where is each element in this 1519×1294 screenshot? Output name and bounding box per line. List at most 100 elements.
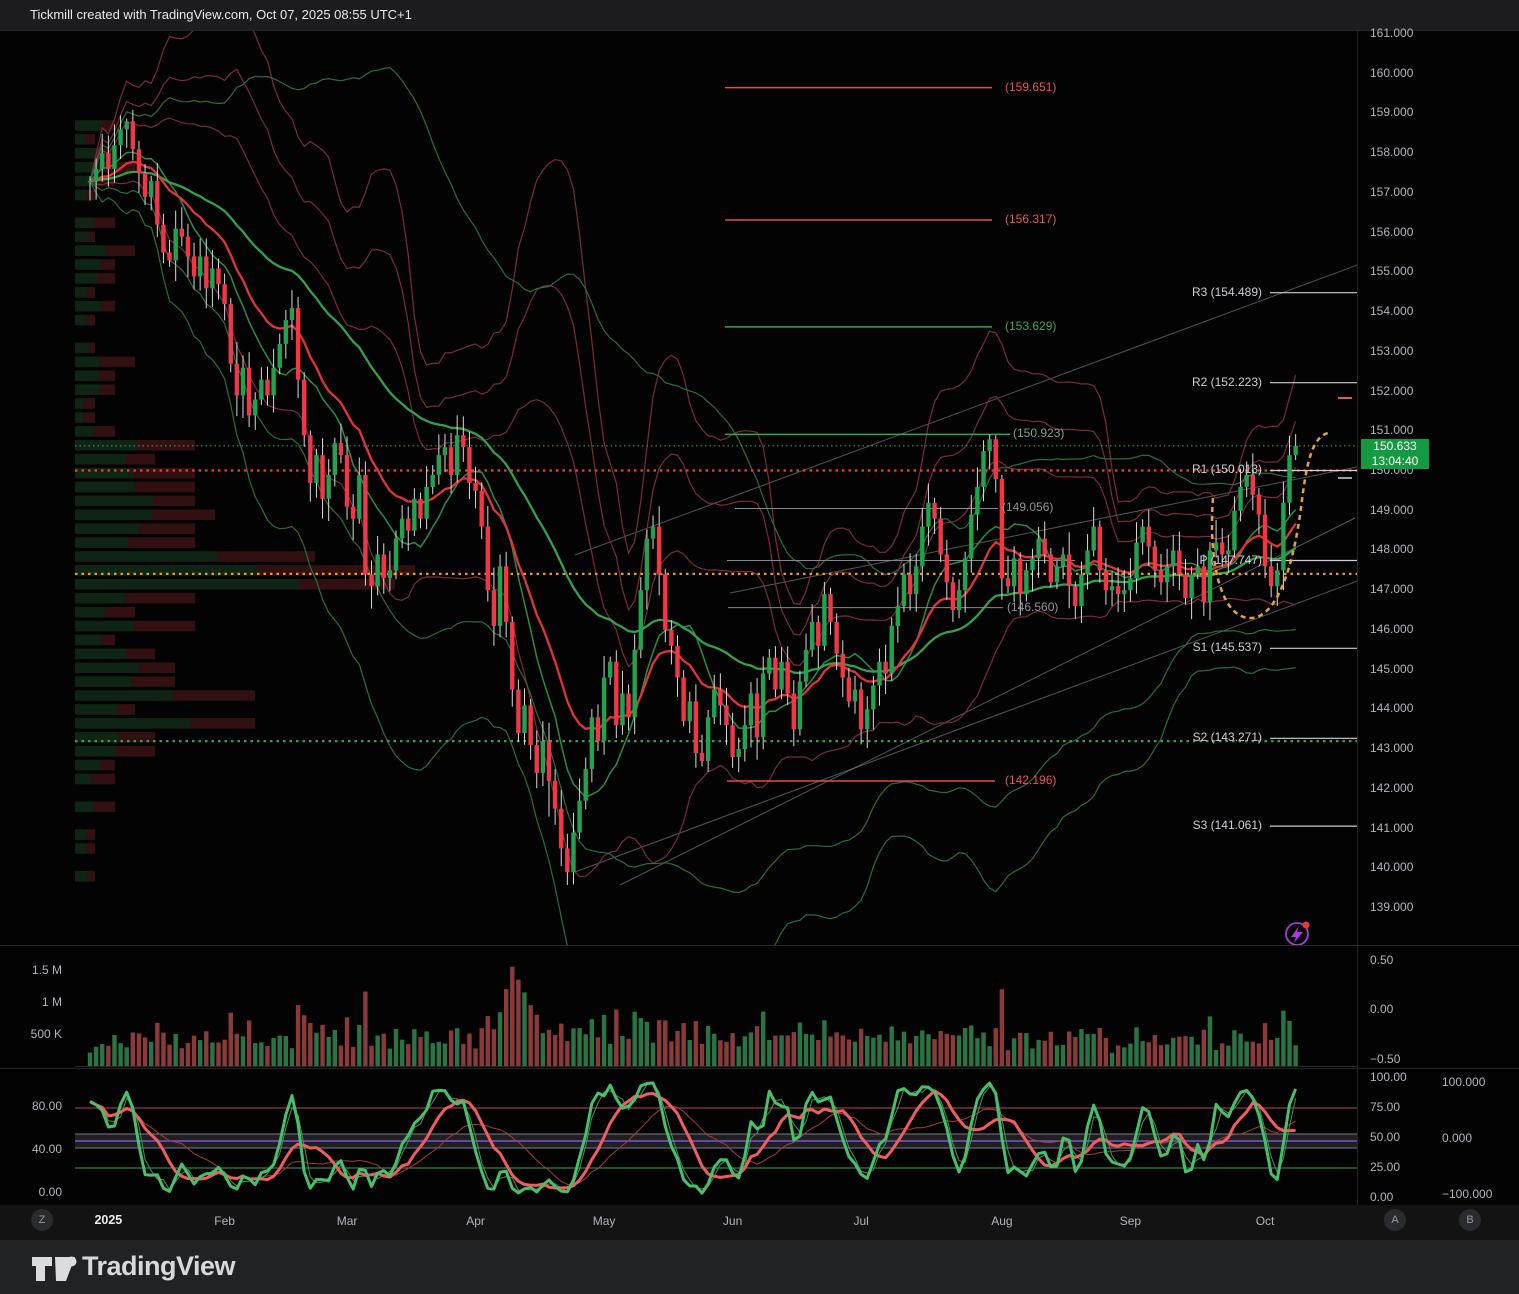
red-band-line	[90, 69, 1296, 635]
volume-bar	[541, 1033, 545, 1066]
tradingview-logo-text[interactable]: TradingView	[82, 1251, 235, 1282]
time-axis[interactable]: Z A B 2025FebMarAprMayJunJulAugSepOct	[0, 1205, 1519, 1240]
candle-body	[229, 304, 233, 364]
candle-body	[761, 674, 765, 738]
volume-bar	[143, 1037, 147, 1066]
candle-body	[1116, 586, 1120, 594]
volume-bar	[204, 1031, 208, 1066]
main-chart[interactable]	[0, 0, 1519, 1294]
red-level-label: (142.196)	[1005, 773, 1056, 787]
candle-body	[467, 447, 471, 483]
volume-profile-sell-row	[137, 440, 195, 451]
candle-body	[1085, 550, 1089, 574]
volume-bar	[1159, 1045, 1163, 1066]
candle-body	[1079, 574, 1083, 606]
volume-bar	[375, 1036, 379, 1066]
candle-body	[681, 678, 685, 722]
main-pane[interactable]	[75, 0, 1360, 1007]
timezone-button[interactable]: Z	[31, 1209, 53, 1231]
candle-body	[902, 574, 906, 606]
scale-b-button[interactable]: B	[1459, 1209, 1481, 1231]
volume-bar	[1226, 1046, 1230, 1066]
month-label-apr: Apr	[466, 1214, 485, 1228]
candle-body	[461, 435, 465, 447]
volume-pane[interactable]	[75, 967, 1357, 1067]
candle-body	[382, 554, 386, 578]
candle-body	[486, 527, 490, 591]
orange-dashed-cup-drawing[interactable]	[1212, 433, 1328, 618]
candle-body	[302, 380, 306, 436]
volume-bar	[938, 1031, 942, 1066]
volume-bar	[767, 1040, 771, 1066]
candle-body	[394, 539, 398, 571]
volume-bar	[498, 1012, 502, 1066]
oscillator-left-tick: 0.00	[2, 1185, 62, 1199]
candle-body	[1287, 455, 1291, 503]
volume-bar	[1116, 1045, 1120, 1066]
volume-bar	[437, 1042, 441, 1066]
candle-body	[241, 368, 245, 396]
candle-body	[1238, 487, 1242, 511]
volume-profile-buy-row	[75, 593, 126, 604]
candle-body	[1147, 527, 1151, 547]
volume-bar	[278, 1036, 282, 1066]
volume-bar	[871, 1038, 875, 1066]
volume-bar	[1018, 1033, 1022, 1066]
volume-profile-buy-row	[75, 315, 86, 326]
volume-left-tick: 1 M	[2, 995, 62, 1009]
trendline[interactable]	[575, 264, 1360, 555]
volume-profile-sell-row	[84, 398, 95, 409]
candle-body	[535, 745, 539, 773]
candle-body	[1183, 574, 1187, 598]
volume-bar	[308, 1023, 312, 1066]
volume-bar	[584, 1034, 588, 1066]
volume-bar	[639, 1018, 643, 1066]
candle-body	[632, 650, 636, 718]
tradingview-logo-icon[interactable]	[30, 1250, 80, 1286]
price-axis-border[interactable]	[1357, 30, 1358, 1205]
candle-body	[1067, 554, 1071, 586]
volume-bar	[431, 1043, 435, 1066]
volume-bar	[1183, 1036, 1187, 1066]
pane-separator[interactable]	[0, 1068, 1519, 1069]
volume-bar	[253, 1043, 257, 1066]
candle-body	[755, 693, 759, 737]
candle-body	[210, 268, 214, 288]
volume-bar	[192, 1036, 196, 1066]
volume-bar	[981, 1033, 985, 1066]
volume-bar	[351, 1047, 355, 1066]
candle-body	[522, 705, 526, 733]
volume-bar	[369, 1046, 373, 1066]
volume-bar	[1110, 1053, 1114, 1066]
candle-body	[333, 443, 337, 475]
candle-body	[161, 225, 165, 253]
pane-separator[interactable]	[0, 945, 1519, 946]
candle-body	[290, 308, 294, 320]
candle-body	[675, 646, 679, 678]
volume-bar	[443, 1044, 447, 1066]
volume-bar	[1214, 1050, 1218, 1066]
volume-profile-sell-row	[100, 357, 135, 368]
volume-bar	[596, 1037, 600, 1066]
oscillator-pane[interactable]	[75, 1083, 1357, 1193]
volume-profile-sell-row	[134, 468, 195, 479]
candle-body	[1202, 566, 1206, 602]
volume-bar	[320, 1025, 324, 1066]
candle-body	[981, 451, 985, 487]
candle-body	[994, 439, 998, 479]
volume-profile-buy-row	[75, 301, 100, 312]
volume-bar	[1244, 1042, 1248, 1066]
volume-profile-sell-row	[126, 593, 195, 604]
volume-profile-buy-row	[75, 454, 126, 465]
candle-body	[945, 554, 949, 582]
volume-profile-buy-row	[75, 579, 299, 590]
price-tick: 139.000	[1370, 900, 1413, 914]
candle-body	[639, 590, 643, 650]
volume-bar	[1098, 1028, 1102, 1066]
volume-bar	[920, 1031, 924, 1066]
scale-a-button[interactable]: A	[1384, 1209, 1406, 1231]
candle-body	[265, 380, 269, 396]
green-band-line	[90, 68, 1296, 575]
candle-body	[712, 689, 716, 717]
candle-body	[1281, 503, 1285, 571]
